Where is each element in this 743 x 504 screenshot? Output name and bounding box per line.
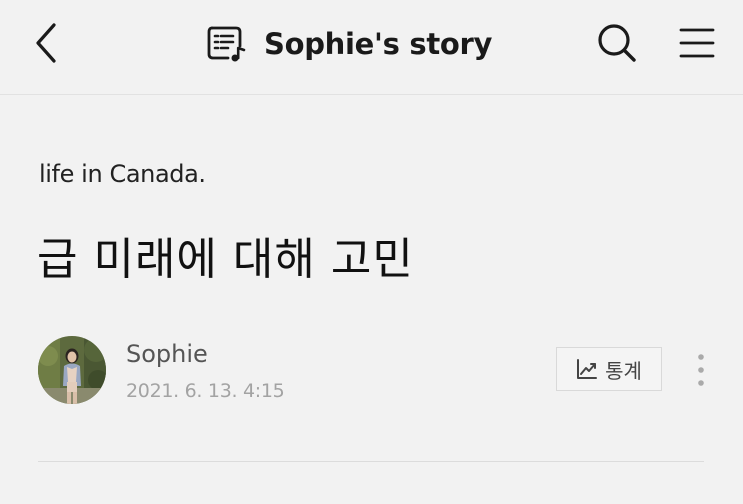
trend-chart-icon <box>576 358 598 380</box>
hamburger-menu-icon <box>679 28 715 58</box>
stats-button[interactable]: 통계 <box>556 347 662 391</box>
chevron-left-icon <box>36 23 56 63</box>
post-list-icon <box>206 24 246 64</box>
author-name[interactable]: Sophie <box>126 340 208 368</box>
post-category[interactable]: life in Canada. <box>39 160 206 188</box>
search-button[interactable] <box>594 20 640 66</box>
author-avatar[interactable] <box>38 336 106 404</box>
vertical-dots-icon <box>698 354 704 386</box>
menu-button[interactable] <box>674 20 720 66</box>
stats-button-label: 통계 <box>605 358 642 383</box>
post-title: 급 미래에 대해 고민 <box>37 234 414 285</box>
more-options-button[interactable] <box>686 350 716 390</box>
profile-photo <box>38 336 106 404</box>
content-divider <box>38 461 704 462</box>
post-date: 2021. 6. 13. 4:15 <box>126 380 285 402</box>
back-button[interactable] <box>26 20 66 66</box>
top-navigation-bar: Sophie's story <box>0 0 743 95</box>
blog-title: Sophie's story <box>264 27 493 61</box>
search-icon <box>598 24 636 62</box>
blog-title-link[interactable]: Sophie's story <box>206 22 492 66</box>
